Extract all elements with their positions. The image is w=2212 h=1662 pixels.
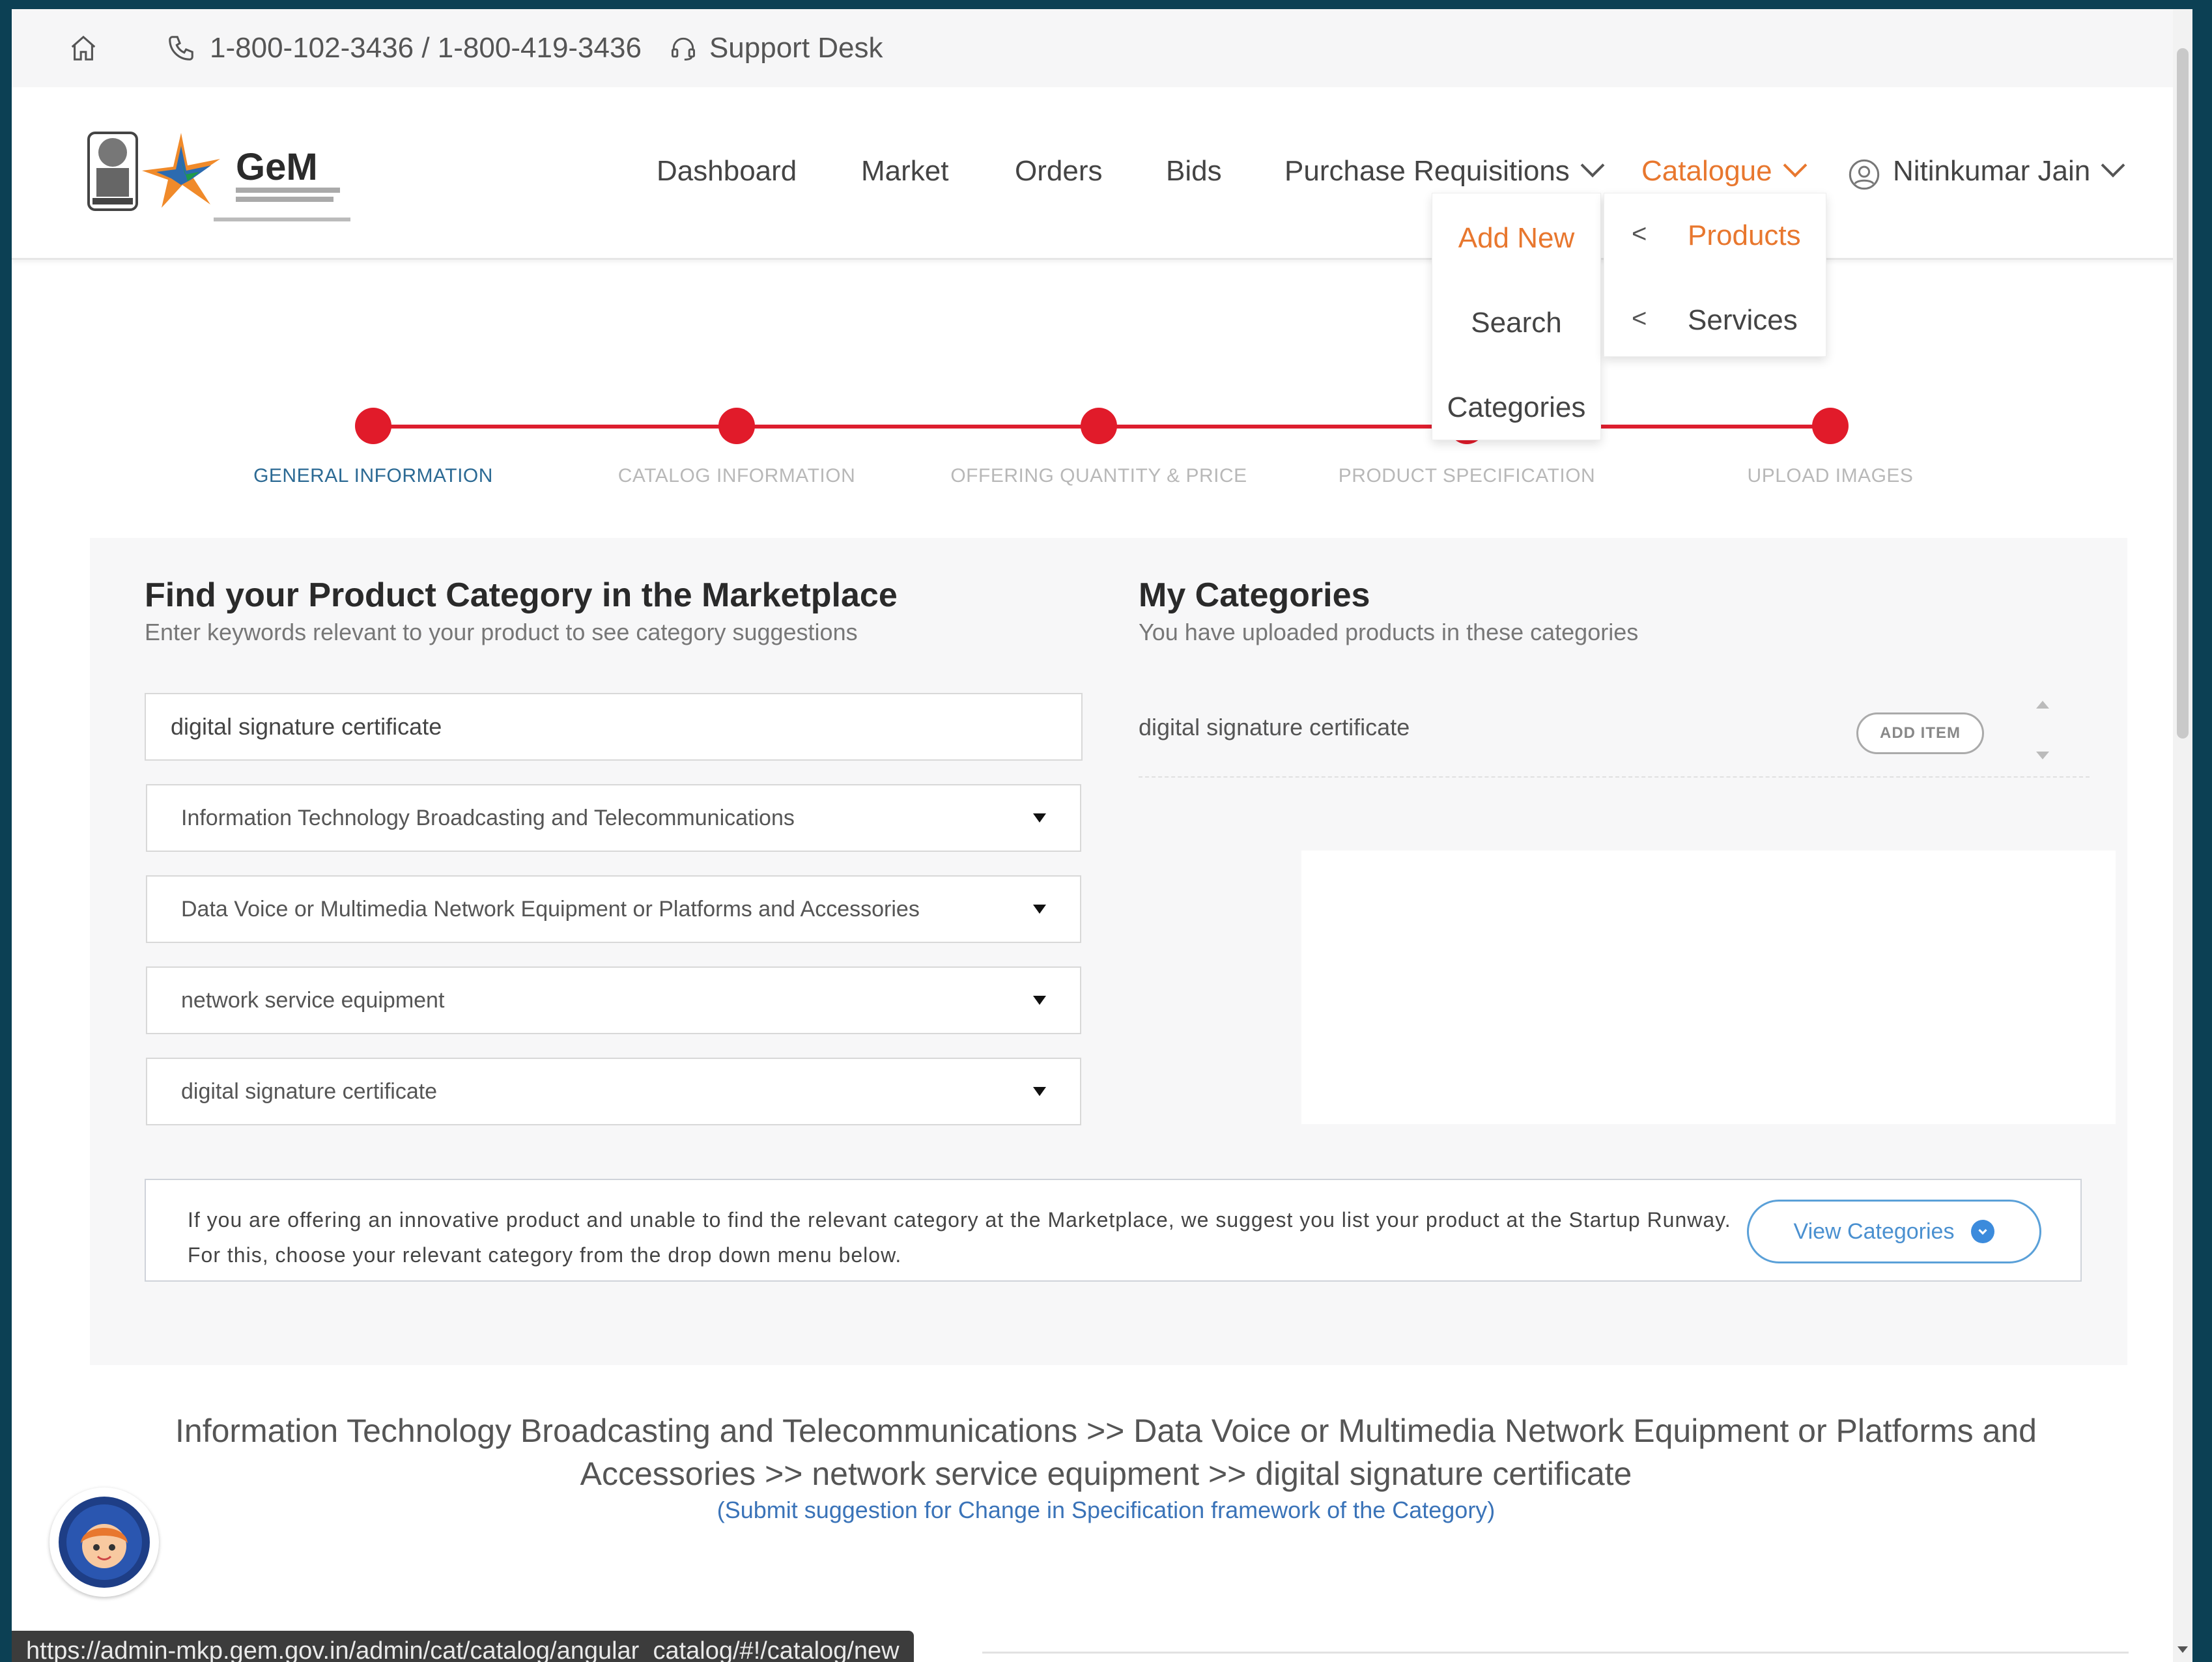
- nav-purchase-requisitions[interactable]: Purchase Requisitions: [1284, 153, 1605, 188]
- menu-item-search[interactable]: Search: [1432, 307, 1600, 339]
- chatbot-launcher[interactable]: [50, 1487, 159, 1597]
- category-select-level-1[interactable]: Information Technology Broadcasting and …: [146, 784, 1081, 852]
- step-dot-catalog[interactable]: [718, 408, 755, 444]
- scroll-down-icon[interactable]: [2036, 752, 2049, 759]
- submit-suggestion-link[interactable]: (Submit suggestion for Change in Specifi…: [116, 1497, 2096, 1524]
- step-dot-offering[interactable]: [1081, 408, 1117, 444]
- chevron-down-icon: [2101, 153, 2125, 178]
- support-phone-numbers: 1-800-102-3436 / 1-800-419-3436: [210, 32, 642, 64]
- category-panel: Find your Product Category in the Market…: [90, 538, 2127, 1365]
- vertical-scrollbar[interactable]: [2173, 9, 2192, 1662]
- user-name: Nitinkumar Jain: [1893, 155, 2091, 187]
- user-menu[interactable]: Nitinkumar Jain: [1893, 153, 2125, 188]
- add-new-submenu: < Products < Services: [1604, 193, 1826, 357]
- category-search-input[interactable]: [145, 693, 1083, 761]
- divider: [982, 1652, 2129, 1654]
- scroll-up-icon[interactable]: [2036, 701, 2049, 709]
- progress-stepper: GENERAL INFORMATION CATALOG INFORMATION …: [12, 400, 2192, 504]
- caret-down-icon: [1033, 1087, 1046, 1096]
- main-nav: Dashboard Market Orders Bids Purchase Re…: [12, 87, 2192, 258]
- menu-item-categories[interactable]: Categories: [1432, 391, 1600, 424]
- startup-runway-text: If you are offering an innovative produc…: [188, 1208, 1731, 1267]
- chevron-down-icon: [1783, 153, 1807, 178]
- top-utility-bar: 1-800-102-3436 / 1-800-419-3436 Support …: [12, 9, 2192, 87]
- menu-item-add-new[interactable]: Add New: [1432, 222, 1600, 255]
- my-category-row: digital signature certificate ADD ITEM: [1139, 694, 2090, 778]
- scrollbar-thumb[interactable]: [2177, 48, 2189, 739]
- step-label-specification[interactable]: PRODUCT SPECIFICATION: [1297, 465, 1636, 487]
- headset-icon: [665, 30, 702, 66]
- category-select-level-2[interactable]: Data Voice or Multimedia Network Equipme…: [146, 875, 1081, 943]
- my-category-name: digital signature certificate: [1139, 714, 1410, 740]
- phone-icon: [163, 30, 199, 66]
- category-select-level-3[interactable]: network service equipment: [146, 966, 1081, 1034]
- find-category-title: Find your Product Category in the Market…: [145, 576, 898, 614]
- catalogue-dropdown-menu: Add New Search Categories: [1432, 193, 1601, 440]
- nav-purchase-requisitions-label: Purchase Requisitions: [1284, 155, 1570, 187]
- step-label-upload[interactable]: UPLOAD IMAGES: [1661, 465, 2000, 487]
- step-label-general[interactable]: GENERAL INFORMATION: [204, 465, 543, 487]
- add-item-button[interactable]: ADD ITEM: [1856, 712, 1984, 754]
- scroll-down-arrow-icon[interactable]: [2177, 1646, 2188, 1653]
- submenu-products-label: Products: [1688, 219, 1801, 251]
- selected-category-path: Information Technology Broadcasting and …: [175, 1413, 2037, 1492]
- nav-market[interactable]: Market: [861, 155, 948, 188]
- nav-catalogue-label: Catalogue: [1641, 155, 1772, 187]
- my-categories-empty-area: [1301, 851, 2116, 1124]
- select-value: Data Voice or Multimedia Network Equipme…: [181, 896, 920, 922]
- step-label-offering[interactable]: OFFERING QUANTITY & PRICE: [929, 465, 1268, 487]
- chevron-left-icon: <: [1632, 304, 1647, 333]
- nav-bids[interactable]: Bids: [1166, 155, 1222, 188]
- app-window: 1-800-102-3436 / 1-800-419-3436 Support …: [12, 9, 2192, 1662]
- chevron-circle-down-icon: [1971, 1220, 1995, 1243]
- my-categories-title: My Categories: [1139, 576, 1370, 614]
- main-header: GeM Dashboard Market Orders Bids Purchas…: [12, 87, 2192, 260]
- select-value: network service equipment: [181, 987, 445, 1013]
- caret-down-icon: [1033, 905, 1046, 914]
- chatbot-avatar-icon: [59, 1497, 150, 1588]
- support-desk-link[interactable]: Support Desk: [709, 32, 883, 64]
- step-dot-general[interactable]: [355, 408, 391, 444]
- select-value: digital signature certificate: [181, 1078, 438, 1104]
- user-avatar-icon: [1847, 158, 1881, 191]
- caret-down-icon: [1033, 813, 1046, 823]
- chevron-down-icon: [1580, 153, 1605, 178]
- nav-orders[interactable]: Orders: [1015, 155, 1102, 188]
- chevron-left-icon: <: [1632, 219, 1647, 248]
- step-label-catalog[interactable]: CATALOG INFORMATION: [567, 465, 906, 487]
- select-value: Information Technology Broadcasting and …: [181, 805, 795, 830]
- view-categories-label: View Categories: [1793, 1218, 1955, 1244]
- find-category-subtitle: Enter keywords relevant to your product …: [145, 619, 858, 645]
- view-categories-button[interactable]: View Categories: [1747, 1200, 2041, 1263]
- status-bar-url: https://admin-mkp.gem.gov.in/admin/cat/c…: [12, 1631, 914, 1662]
- caret-down-icon: [1033, 996, 1046, 1005]
- home-icon[interactable]: [64, 29, 103, 68]
- startup-runway-notice: If you are offering an innovative produc…: [145, 1179, 2082, 1282]
- step-dot-upload[interactable]: [1812, 408, 1849, 444]
- my-categories-subtitle: You have uploaded products in these cate…: [1139, 619, 1639, 645]
- submenu-services-label: Services: [1688, 304, 1798, 336]
- nav-dashboard[interactable]: Dashboard: [657, 155, 797, 188]
- nav-catalogue[interactable]: Catalogue: [1641, 153, 1807, 188]
- category-select-level-4[interactable]: digital signature certificate: [146, 1058, 1081, 1125]
